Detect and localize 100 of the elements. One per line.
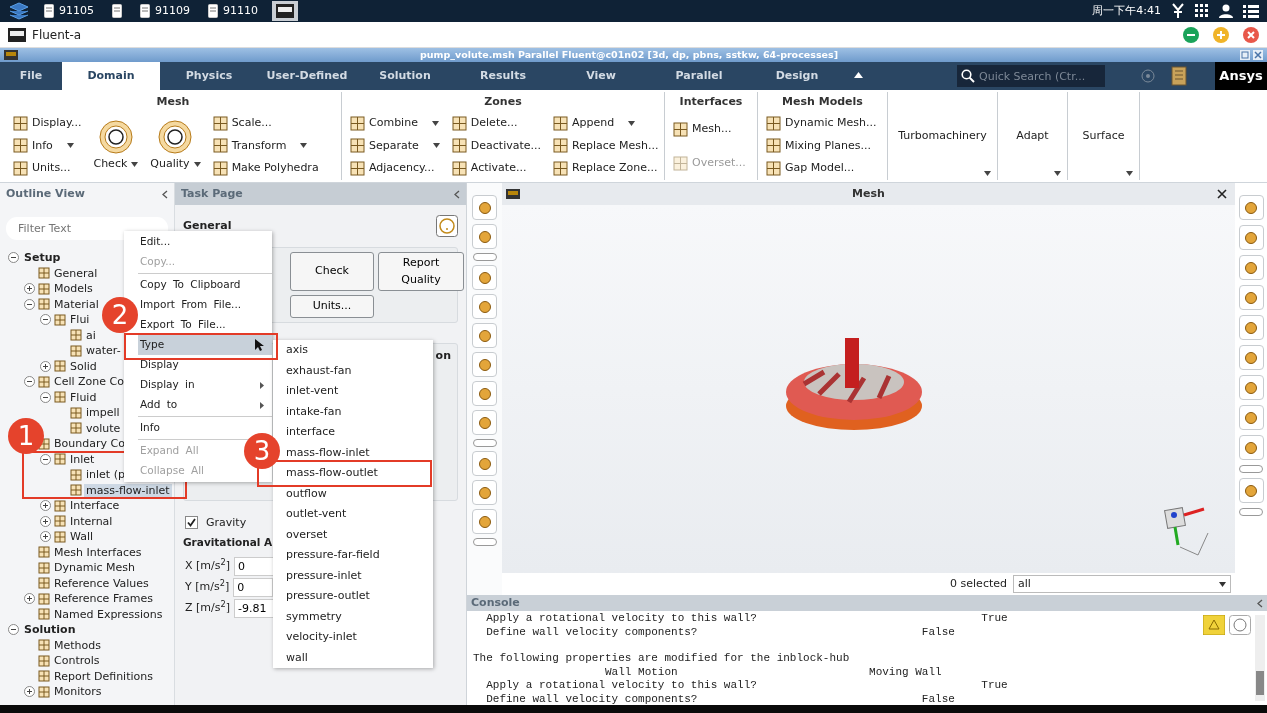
menu-item[interactable]: Info bbox=[138, 418, 168, 438]
menu-item[interactable]: Display bbox=[138, 355, 187, 375]
ribbon-tab[interactable]: Physics bbox=[160, 62, 258, 90]
menu-item[interactable]: overset bbox=[283, 524, 433, 545]
apps-grid-icon[interactable] bbox=[1195, 4, 1209, 18]
filter-dropdown[interactable]: all bbox=[1013, 575, 1231, 593]
plus-circle-icon[interactable] bbox=[39, 500, 51, 512]
plus-circle-icon[interactable] bbox=[39, 360, 51, 372]
ribbon-tab[interactable]: Design bbox=[748, 62, 846, 90]
ribbon-button[interactable]: Mixing Planes... bbox=[764, 137, 879, 155]
tree-item[interactable]: Internal bbox=[68, 514, 115, 528]
tree-item[interactable]: Controls bbox=[52, 654, 102, 668]
toolbar-button[interactable] bbox=[1238, 315, 1264, 340]
plus-circle-icon[interactable] bbox=[39, 515, 51, 527]
restore-button[interactable] bbox=[1240, 50, 1250, 60]
input-field[interactable]: -9.81 bbox=[234, 598, 275, 618]
close-button[interactable] bbox=[1243, 26, 1259, 43]
ribbon-button[interactable]: Make Polyhedra bbox=[210, 160, 321, 177]
plus-circle-icon[interactable] bbox=[23, 283, 35, 295]
toolbar-button[interactable] bbox=[1238, 195, 1264, 220]
ribbon-button[interactable]: Transform bbox=[210, 137, 321, 155]
tree-item[interactable]: impell bbox=[84, 406, 122, 420]
menu-item[interactable]: inlet-vent bbox=[283, 381, 433, 402]
checkbox[interactable] bbox=[185, 516, 198, 530]
menu-item[interactable]: Export To File... bbox=[138, 315, 234, 335]
tree-item[interactable]: Named Expressions bbox=[52, 607, 165, 621]
help-button[interactable] bbox=[436, 215, 458, 237]
ribbon-button[interactable]: Combine bbox=[348, 115, 442, 132]
search-field[interactable]: Quick Search (Ctr... bbox=[957, 65, 1105, 87]
toolbar-button[interactable] bbox=[472, 480, 497, 505]
close-icon[interactable] bbox=[1217, 189, 1227, 199]
menu-item[interactable]: Add to bbox=[138, 395, 272, 415]
menu-item[interactable]: pressure-outlet bbox=[283, 586, 433, 607]
ribbon-menu-button[interactable]: Surface bbox=[1080, 127, 1127, 145]
task-button[interactable]: Report Quality bbox=[378, 252, 464, 291]
collapse-icon[interactable] bbox=[454, 189, 460, 199]
ribbon-tab[interactable]: File bbox=[0, 62, 62, 90]
ribbon-menu-button[interactable]: Turbomachinery bbox=[896, 127, 989, 145]
tree-item[interactable]: Models bbox=[52, 282, 95, 296]
collapse-icon[interactable] bbox=[162, 189, 168, 199]
menu-item[interactable]: Display in bbox=[138, 375, 272, 395]
tree-item[interactable]: Report Definitions bbox=[52, 669, 155, 683]
toolbar-button[interactable] bbox=[472, 410, 497, 435]
toolbar-button[interactable] bbox=[1238, 435, 1264, 460]
menu-item[interactable]: pressure-far-field bbox=[283, 545, 433, 566]
ribbon-button[interactable]: Gap Model... bbox=[764, 160, 879, 177]
resize-handle[interactable] bbox=[472, 538, 497, 546]
plus-circle-icon[interactable] bbox=[39, 531, 51, 543]
tree-item[interactable]: Reference Frames bbox=[52, 592, 155, 606]
minus-circle-icon[interactable] bbox=[39, 391, 51, 403]
tree-item[interactable]: Fluid bbox=[68, 390, 99, 404]
menu-item[interactable]: Import From File... bbox=[138, 295, 250, 315]
tree-item[interactable]: General bbox=[52, 266, 100, 280]
minus-circle-icon[interactable] bbox=[39, 314, 51, 326]
ribbon-tab[interactable]: View bbox=[552, 62, 650, 90]
ribbon-button[interactable]: Deactivate... bbox=[449, 137, 544, 155]
taskbar-item[interactable]: 91105 bbox=[40, 1, 98, 21]
input-field[interactable]: 0 bbox=[233, 577, 274, 597]
minus-circle-icon[interactable] bbox=[23, 298, 35, 310]
toolbar-button[interactable] bbox=[1238, 285, 1264, 310]
menu-item[interactable]: outflow bbox=[283, 483, 433, 504]
ribbon-tab[interactable]: Results bbox=[454, 62, 552, 90]
ribbon-button[interactable]: Separate bbox=[348, 137, 442, 155]
toolbar-button[interactable] bbox=[1238, 405, 1264, 430]
list-icon[interactable] bbox=[1243, 4, 1259, 18]
resize-handle[interactable] bbox=[1239, 465, 1263, 473]
tree-item[interactable]: Monitors bbox=[52, 685, 104, 699]
tree-item[interactable]: Interface bbox=[68, 499, 122, 513]
menu-item[interactable]: velocity-inlet bbox=[283, 627, 433, 648]
ribbon-button[interactable]: Scale... bbox=[210, 115, 321, 132]
tree-item[interactable]: ai bbox=[84, 328, 98, 342]
menu-item[interactable]: wall bbox=[283, 647, 433, 668]
tree-item[interactable]: Boundary Co bbox=[52, 437, 127, 451]
toolbar-button[interactable] bbox=[472, 323, 497, 348]
tree-item[interactable]: Inlet bbox=[68, 452, 97, 466]
toolbar-button[interactable] bbox=[472, 265, 497, 290]
ribbon-button[interactable]: Display... bbox=[11, 115, 84, 132]
ribbon-button[interactable]: Delete... bbox=[449, 115, 544, 132]
minus-circle-icon[interactable] bbox=[7, 252, 19, 264]
tree-item[interactable]: volute bbox=[84, 421, 123, 435]
minus-circle-icon[interactable] bbox=[7, 624, 19, 636]
close-button[interactable] bbox=[1253, 50, 1263, 60]
notebook-icon[interactable] bbox=[1171, 66, 1187, 86]
menu-item[interactable]: Copy To Clipboard bbox=[138, 275, 249, 295]
toolbar-button[interactable] bbox=[472, 195, 497, 220]
toolbar-button[interactable] bbox=[1238, 225, 1264, 250]
toolbar-button[interactable] bbox=[472, 224, 497, 249]
maximize-button[interactable] bbox=[1213, 26, 1229, 43]
tree-item[interactable]: water- bbox=[84, 344, 123, 358]
menu-item[interactable]: pressure-inlet bbox=[283, 565, 433, 586]
ribbon-button[interactable]: Activate... bbox=[449, 160, 544, 177]
minus-circle-icon[interactable] bbox=[39, 453, 51, 465]
task-button[interactable]: Check bbox=[290, 252, 374, 291]
menu-item[interactable]: Type bbox=[138, 335, 272, 355]
tree-item[interactable]: Setup bbox=[22, 251, 63, 265]
ribbon-button[interactable]: Adjacency... bbox=[348, 160, 442, 177]
collapse-ribbon-icon[interactable] bbox=[854, 72, 863, 78]
tree-item[interactable]: Methods bbox=[52, 638, 103, 652]
resize-handle[interactable] bbox=[472, 439, 497, 447]
ribbon-button[interactable]: Mesh... bbox=[671, 120, 748, 138]
